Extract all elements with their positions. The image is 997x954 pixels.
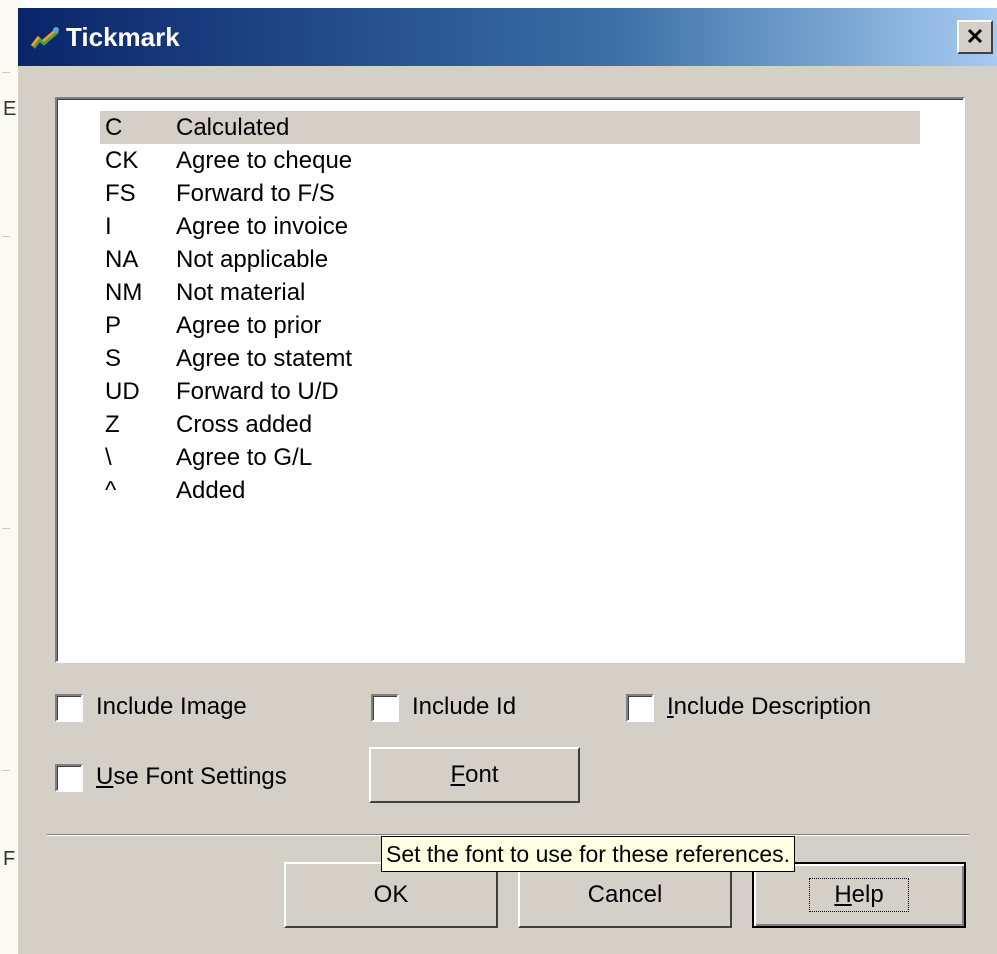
tickmark-description: Forward to F/S bbox=[176, 180, 335, 207]
button-text: elp bbox=[851, 881, 884, 908]
include-id-label[interactable]: Include Id bbox=[412, 693, 516, 721]
list-item[interactable]: \ Agree to G/L bbox=[100, 441, 920, 474]
close-button[interactable] bbox=[957, 20, 993, 54]
tickmark-id: NM bbox=[105, 279, 143, 306]
list-item[interactable]: NA Not applicable bbox=[100, 243, 920, 276]
list-item[interactable]: C Calculated bbox=[100, 111, 920, 144]
tickmark-app-icon bbox=[30, 24, 60, 52]
tickmark-description: Agree to invoice bbox=[176, 213, 349, 240]
list-item[interactable]: CK Agree to cheque bbox=[100, 144, 920, 177]
tickmark-description: Agree to statemt bbox=[176, 345, 353, 372]
tickmark-id: Z bbox=[105, 411, 120, 438]
tickmark-id: CK bbox=[105, 147, 139, 174]
tickmark-id: P bbox=[105, 312, 122, 339]
include-description-checkbox[interactable] bbox=[626, 694, 654, 722]
access-key: I bbox=[667, 693, 674, 720]
access-key: H bbox=[834, 881, 852, 908]
list-item[interactable]: ^ Added bbox=[100, 474, 920, 507]
tickmark-id: FS bbox=[105, 180, 136, 207]
close-icon bbox=[966, 27, 984, 48]
window-title: Tickmark bbox=[66, 22, 180, 52]
label-text: se Font Settings bbox=[113, 763, 287, 790]
background-divider bbox=[2, 770, 10, 771]
font-button[interactable]: Font bbox=[369, 747, 580, 803]
tickmark-list[interactable]: C Calculated CK Agree to cheque FS Forwa… bbox=[55, 97, 965, 663]
background-char: F bbox=[3, 848, 16, 870]
include-image-label[interactable]: Include Image bbox=[96, 693, 247, 721]
tickmark-id: \ bbox=[105, 444, 112, 471]
tickmark-id: S bbox=[105, 345, 122, 372]
list-item[interactable]: S Agree to statemt bbox=[100, 342, 920, 375]
list-item[interactable]: UD Forward to U/D bbox=[100, 375, 920, 408]
background-divider bbox=[2, 236, 10, 237]
tickmark-description: Not applicable bbox=[176, 246, 329, 273]
include-id-checkbox[interactable] bbox=[371, 694, 399, 722]
access-key: U bbox=[96, 763, 114, 790]
list-item[interactable]: I Agree to invoice bbox=[100, 210, 920, 243]
access-key: F bbox=[450, 761, 466, 788]
list-item[interactable]: Z Cross added bbox=[100, 408, 920, 441]
label-text: nclude Description bbox=[673, 693, 872, 720]
tickmark-id: UD bbox=[105, 378, 140, 405]
background-divider bbox=[2, 528, 10, 529]
tickmark-description: Agree to prior bbox=[176, 312, 322, 339]
focus-rect: Help bbox=[809, 878, 909, 912]
title-bar[interactable]: Tickmark bbox=[18, 8, 997, 66]
background-divider bbox=[2, 72, 10, 73]
tickmark-description: Cross added bbox=[176, 411, 313, 438]
tickmark-dialog: Tickmark C Calculated CK Agree to cheque… bbox=[18, 8, 997, 954]
tickmark-description: Calculated bbox=[176, 114, 290, 141]
tickmark-id: NA bbox=[105, 246, 139, 273]
tickmark-id: ^ bbox=[105, 477, 117, 504]
list-item[interactable]: NM Not material bbox=[100, 276, 920, 309]
tickmark-id: C bbox=[105, 114, 123, 141]
tickmark-id: I bbox=[105, 213, 112, 240]
use-font-settings-checkbox[interactable] bbox=[55, 764, 83, 792]
include-image-checkbox[interactable] bbox=[55, 694, 83, 722]
tickmark-description: Not material bbox=[176, 279, 306, 306]
include-description-label[interactable]: Include Description bbox=[667, 693, 871, 721]
list-item[interactable]: P Agree to prior bbox=[100, 309, 920, 342]
background-char: E bbox=[3, 98, 17, 120]
tickmark-description: Added bbox=[176, 477, 246, 504]
tickmark-description: Agree to cheque bbox=[176, 147, 353, 174]
font-button-tooltip: Set the font to use for these references… bbox=[381, 836, 796, 872]
tickmark-description: Agree to G/L bbox=[176, 444, 313, 471]
button-text: ont bbox=[465, 761, 499, 788]
use-font-settings-label[interactable]: Use Font Settings bbox=[96, 763, 287, 791]
tickmark-description: Forward to U/D bbox=[176, 378, 339, 405]
list-item[interactable]: FS Forward to F/S bbox=[100, 177, 920, 210]
